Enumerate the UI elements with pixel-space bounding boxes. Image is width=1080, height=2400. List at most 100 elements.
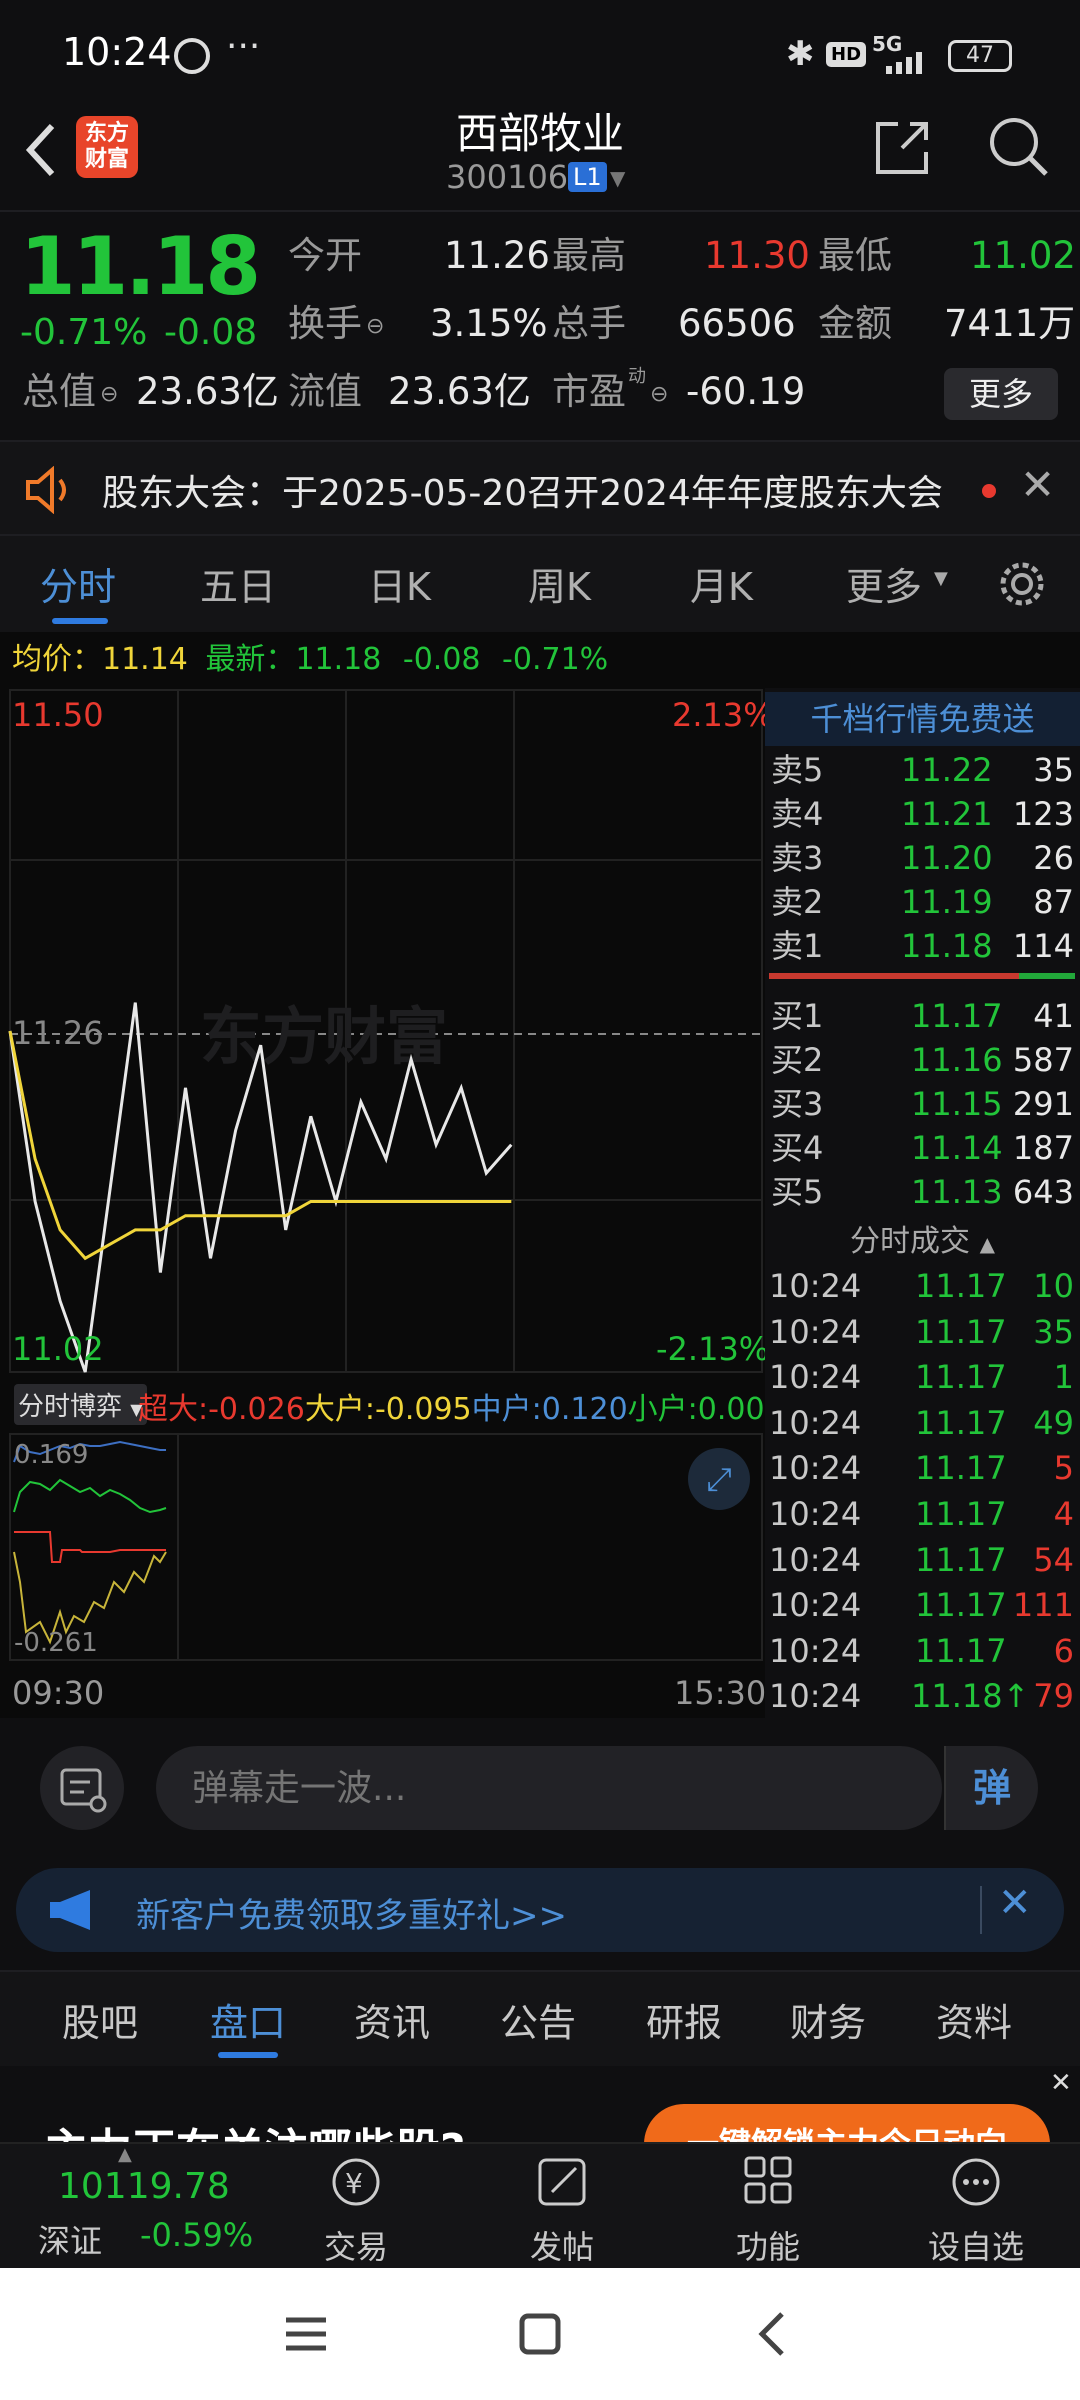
tick-row[interactable]: 10:24 11.17 5 bbox=[765, 1446, 1080, 1490]
ask-row[interactable]: 卖1 11.18 114 bbox=[765, 924, 1080, 968]
latest-change-pct: -0.71% bbox=[502, 642, 609, 677]
edit-icon bbox=[538, 2158, 586, 2206]
ask-row-label: 卖3 bbox=[771, 839, 824, 877]
share-icon[interactable] bbox=[872, 118, 932, 178]
bid-row[interactable]: 买1 11.17 41 bbox=[765, 994, 1080, 1038]
tick-row[interactable]: 10:24 11.17 10 bbox=[765, 1264, 1080, 1308]
notice-bar[interactable]: 股东大会：于2025-05-20召开2024年年度股东大会 ✕ bbox=[0, 440, 1080, 536]
tick-row-volume: 5 bbox=[1053, 1449, 1074, 1488]
bo-large-label: 大户: bbox=[304, 1392, 375, 1427]
nav-functions[interactable]: 功能 bbox=[698, 2154, 838, 2268]
menu-icon[interactable] bbox=[282, 2312, 330, 2356]
volume-label: 总手 bbox=[552, 302, 626, 345]
mcap-info-icon[interactable]: ⊖ bbox=[100, 382, 118, 407]
close-icon[interactable]: ✕ bbox=[1020, 460, 1055, 509]
bid-row[interactable]: 买2 11.16 587 bbox=[765, 1038, 1080, 1082]
tab-profile[interactable]: 资料 bbox=[936, 1992, 1012, 2047]
bo-selector[interactable]: 分时博弈 ▼ bbox=[14, 1384, 147, 1425]
tab-intraday[interactable]: 分时 bbox=[40, 556, 116, 611]
tick-row[interactable]: 10:24 11.17 1 bbox=[765, 1355, 1080, 1399]
status-time: 10:24 bbox=[62, 30, 172, 74]
danmu-input[interactable] bbox=[156, 1746, 942, 1830]
tab-monthly-k[interactable]: 月K bbox=[690, 556, 753, 611]
main-force-promo[interactable]: 主力正在关注哪些股? 一键解锁主力今日动向 ✕ bbox=[0, 2066, 1080, 2146]
bo-mid-label: 中户: bbox=[471, 1392, 542, 1427]
tab-news[interactable]: 资讯 bbox=[354, 1992, 430, 2047]
speaker-icon bbox=[26, 466, 66, 514]
price-chart-svg[interactable]: 东方财富 bbox=[0, 688, 765, 1378]
ask-row[interactable]: 卖2 11.19 87 bbox=[765, 880, 1080, 924]
bo-mid: 0.120 bbox=[541, 1392, 628, 1427]
danmu-settings-button[interactable] bbox=[40, 1746, 124, 1830]
tick-row[interactable]: 10:24 11.17 4 bbox=[765, 1492, 1080, 1536]
stock-code: 300106 bbox=[446, 158, 569, 196]
index-ticker[interactable]: ▲ 10119.78 深证 -0.59% bbox=[0, 2144, 280, 2270]
tab-pankou[interactable]: 盘口 bbox=[210, 1992, 286, 2047]
tick-row[interactable]: 10:24 11.17 6 bbox=[765, 1629, 1080, 1673]
tick-row[interactable]: 10:24 11.17 111 bbox=[765, 1583, 1080, 1627]
ticks-title-row[interactable]: 分时成交 ▲ bbox=[765, 1216, 1080, 1260]
bo-large: -0.095 bbox=[374, 1392, 472, 1427]
signal-icon bbox=[886, 52, 922, 74]
nav-post[interactable]: 发帖 bbox=[492, 2154, 632, 2268]
bid-row[interactable]: 买3 11.15 291 bbox=[765, 1082, 1080, 1126]
nav-add-watchlist[interactable]: 设自选 bbox=[906, 2154, 1046, 2268]
tick-row[interactable]: 10:24 11.17 54 bbox=[765, 1538, 1080, 1582]
bid-row[interactable]: 买4 11.14 187 bbox=[765, 1126, 1080, 1170]
ask-row-volume: 35 bbox=[1033, 751, 1074, 789]
danmu-send-button[interactable]: 弹 bbox=[944, 1746, 1038, 1830]
back-nav-icon[interactable] bbox=[752, 2308, 792, 2360]
dropdown-icon[interactable]: ▼ bbox=[610, 166, 625, 190]
tab-announcements[interactable]: 公告 bbox=[500, 1992, 576, 2047]
intraday-chart[interactable]: 东方财富 11.50 2.13% 11.26 11.02 -2.13% 分时博弈… bbox=[0, 688, 784, 1718]
money-flow-chart[interactable] bbox=[0, 1432, 765, 1672]
open-value: 11.26 bbox=[444, 234, 550, 277]
pe-value: -60.19 bbox=[686, 370, 806, 413]
banner-text[interactable]: 新客户免费领取多重好礼>> bbox=[136, 1888, 567, 1937]
bluetooth-icon: ✱ bbox=[786, 34, 815, 74]
level-badge[interactable]: L1 bbox=[568, 162, 607, 192]
promo-close-icon[interactable]: ✕ bbox=[1050, 2068, 1072, 2098]
tab-research[interactable]: 研报 bbox=[646, 1992, 722, 2047]
banner-close-icon[interactable]: ✕ bbox=[998, 1880, 1032, 1926]
promo-unlock-button[interactable]: 一键解锁主力今日动向 bbox=[644, 2104, 1050, 2146]
tab-weekly-k[interactable]: 周K bbox=[528, 556, 591, 611]
expand-icon[interactable]: ⤢ bbox=[688, 1448, 750, 1510]
tab-more[interactable]: 更多 bbox=[846, 556, 922, 611]
settings-gear-icon[interactable] bbox=[996, 558, 1048, 610]
more-button[interactable]: 更多 bbox=[944, 368, 1058, 420]
tick-row-price: 11.17 bbox=[915, 1540, 1007, 1579]
avg-label: 均价： bbox=[12, 642, 102, 677]
info-tabs: 股吧 盘口 资讯 公告 研报 财务 资料 bbox=[0, 1970, 1080, 2066]
ask-row-price: 11.21 bbox=[901, 795, 993, 833]
notice-text[interactable]: 股东大会：于2025-05-20召开2024年年度股东大会 bbox=[102, 464, 943, 516]
bid-row-label: 买5 bbox=[771, 1173, 824, 1211]
ask-row-label: 卖4 bbox=[771, 795, 824, 833]
tab-five-day[interactable]: 五日 bbox=[200, 556, 276, 611]
ask-row[interactable]: 卖5 11.22 35 bbox=[765, 748, 1080, 792]
pe-info-icon[interactable]: ⊖ bbox=[650, 382, 668, 407]
float-value: 23.63亿 bbox=[388, 370, 531, 413]
ask-row-price: 11.20 bbox=[901, 839, 993, 877]
level2-promo[interactable]: 千档行情免费送 bbox=[765, 692, 1080, 746]
ask-row[interactable]: 卖4 11.21 123 bbox=[765, 792, 1080, 836]
promo-banner[interactable]: 新客户免费领取多重好礼>> ✕ bbox=[16, 1868, 1064, 1952]
turnover-info-icon[interactable]: ⊖ bbox=[366, 314, 384, 339]
search-icon[interactable] bbox=[986, 114, 1050, 178]
bo-small-label: 小户: bbox=[627, 1392, 698, 1427]
nav-trade[interactable]: ¥ 交易 bbox=[286, 2154, 426, 2268]
home-icon[interactable] bbox=[516, 2312, 564, 2356]
avg-value: 11.14 bbox=[102, 642, 188, 677]
tick-row[interactable]: 10:24 11.17 49 bbox=[765, 1401, 1080, 1445]
ask-row[interactable]: 卖3 11.20 26 bbox=[765, 836, 1080, 880]
tick-row[interactable]: 10:24 11.18↑ 79 bbox=[765, 1674, 1080, 1718]
tick-row-volume: 35 bbox=[1033, 1312, 1074, 1351]
tab-guba[interactable]: 股吧 bbox=[62, 1992, 138, 2047]
tick-row[interactable]: 10:24 11.17 35 bbox=[765, 1310, 1080, 1354]
bid-row[interactable]: 买5 11.13 643 bbox=[765, 1170, 1080, 1214]
clock-icon bbox=[174, 38, 210, 74]
bid-row-price: 11.14 bbox=[911, 1129, 1003, 1167]
tab-finance[interactable]: 财务 bbox=[790, 1992, 866, 2047]
tick-row-label: 10:24 bbox=[769, 1540, 862, 1579]
tab-daily-k[interactable]: 日K bbox=[368, 556, 431, 611]
